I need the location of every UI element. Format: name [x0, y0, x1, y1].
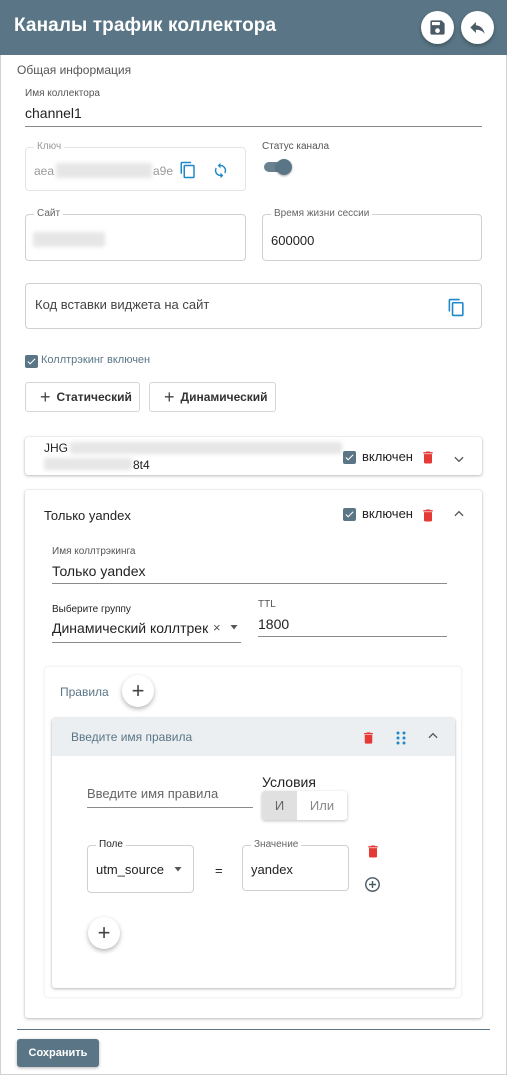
key-prefix: aea: [34, 164, 55, 178]
condition-delete-button[interactable]: [365, 843, 381, 860]
save-icon-button[interactable]: [421, 11, 454, 44]
refresh-icon: [214, 162, 227, 179]
refresh-key-button[interactable]: [212, 162, 229, 179]
plus-circle-icon: [365, 877, 380, 892]
card2-enabled-checkbox[interactable]: [343, 508, 356, 521]
trash-icon: [368, 845, 378, 858]
toggle-thumb: [276, 159, 292, 175]
value-label: Значение: [251, 839, 302, 850]
rule-name-input[interactable]: Введите имя правила: [87, 786, 218, 801]
collector-name-underline: [25, 126, 482, 127]
back-button[interactable]: [461, 11, 494, 44]
save-icon: [430, 20, 445, 35]
add-dynamic-label: Динамический: [180, 390, 268, 404]
card1-enabled-label: включен: [362, 449, 413, 464]
card1-title-redacted-2: [44, 458, 132, 470]
group-select-value[interactable]: Динамический коллтрек…: [52, 620, 210, 636]
ttl-label: TTL: [258, 599, 276, 610]
key-redacted: [56, 163, 152, 178]
drag-handle-icon[interactable]: [394, 731, 408, 745]
copy-icon: [180, 161, 195, 179]
equals-sign: =: [215, 863, 223, 878]
calltracking-name-label: Имя коллтрэкинга: [52, 546, 136, 557]
clear-group-icon[interactable]: ×: [213, 620, 221, 635]
conditions-label: Условия: [262, 774, 316, 790]
card1-title-end: 8t4: [133, 458, 150, 472]
session-ttl-label: Время жизни сессии: [271, 208, 373, 219]
copy-icon: [448, 298, 464, 317]
field-select-label: Поле: [96, 839, 126, 850]
copy-widget-code-button[interactable]: [447, 298, 466, 317]
add-static-button[interactable]: + Статический: [25, 382, 140, 412]
or-toggle-button[interactable]: Или: [297, 791, 347, 820]
session-ttl-value: 600000: [271, 233, 315, 248]
chevron-down-icon: [454, 456, 464, 463]
site-redacted: [33, 232, 105, 247]
rule-collapse-button[interactable]: [426, 729, 440, 743]
channel-status-toggle[interactable]: [262, 159, 292, 175]
card2-title: Только yandex: [44, 508, 131, 523]
group-select-underline: [52, 642, 241, 643]
calltracking-name-underline: [52, 583, 447, 584]
add-condition-button[interactable]: [364, 876, 381, 893]
chevron-up-icon: [454, 510, 464, 517]
check-icon: [345, 511, 354, 518]
collector-name-input[interactable]: channel1: [25, 105, 82, 121]
card1-enabled-checkbox[interactable]: [343, 451, 356, 464]
rule-name-underline: [87, 807, 253, 808]
calltracking-enabled-label: Коллтрэкинг включен: [41, 354, 151, 366]
plus-icon: +: [40, 387, 51, 407]
field-select-value: utm_source: [96, 862, 164, 877]
trash-icon: [364, 732, 373, 744]
reply-icon: [470, 21, 485, 34]
add-condition-group-button[interactable]: +: [88, 917, 120, 949]
check-icon: [345, 454, 354, 461]
dropdown-arrow-icon[interactable]: [228, 621, 240, 633]
value-input: yandex: [251, 862, 293, 877]
site-label: Сайт: [34, 208, 64, 219]
calltracking-enabled-checkbox[interactable]: [25, 355, 38, 368]
trash-icon: [423, 451, 433, 464]
card1-expand-button[interactable]: [452, 452, 466, 466]
calltracking-name-input[interactable]: Только yandex: [52, 563, 146, 579]
card1-title-redacted: [70, 442, 342, 454]
group-select-label: Выберите группу: [52, 604, 131, 615]
ttl-input[interactable]: 1800: [258, 616, 289, 632]
plus-icon: +: [164, 387, 175, 407]
rule-delete-button[interactable]: [361, 730, 376, 746]
check-icon: [27, 358, 36, 365]
copy-key-button[interactable]: [179, 161, 197, 179]
card1-title-start: JHG: [44, 441, 68, 455]
key-label: Ключ: [34, 141, 65, 152]
add-static-label: Статический: [56, 390, 132, 404]
dropdown-arrow-icon: [172, 863, 184, 875]
card1-delete-button[interactable]: [420, 449, 436, 466]
collector-name-label: Имя коллектора: [25, 88, 100, 99]
chevron-up-icon: [428, 732, 438, 739]
card2-collapse-button[interactable]: [452, 507, 466, 521]
plus-icon: +: [131, 678, 145, 703]
card2-enabled-label: включен: [362, 506, 413, 521]
save-button[interactable]: Сохранить: [17, 1039, 99, 1067]
app-header: Каналы трафик коллектора: [0, 0, 507, 55]
general-section-label: Общая информация: [17, 63, 132, 77]
channel-status-label: Статус канала: [262, 141, 330, 152]
add-rule-button[interactable]: +: [122, 675, 154, 707]
key-suffix: a9e: [153, 164, 174, 178]
widget-code-placeholder: Код вставки виджета на сайт: [35, 297, 210, 312]
ttl-underline: [258, 636, 447, 637]
and-toggle-button[interactable]: И: [262, 791, 297, 820]
page-title: Каналы трафик коллектора: [14, 15, 277, 36]
footer-divider: [17, 1029, 490, 1030]
trash-icon: [423, 509, 433, 522]
add-dynamic-button[interactable]: + Динамический: [149, 382, 276, 412]
card2-delete-button[interactable]: [420, 507, 436, 524]
rule-header-title: Введите имя правила: [71, 730, 193, 744]
plus-icon: +: [97, 920, 111, 945]
rules-label: Правила: [60, 685, 109, 699]
